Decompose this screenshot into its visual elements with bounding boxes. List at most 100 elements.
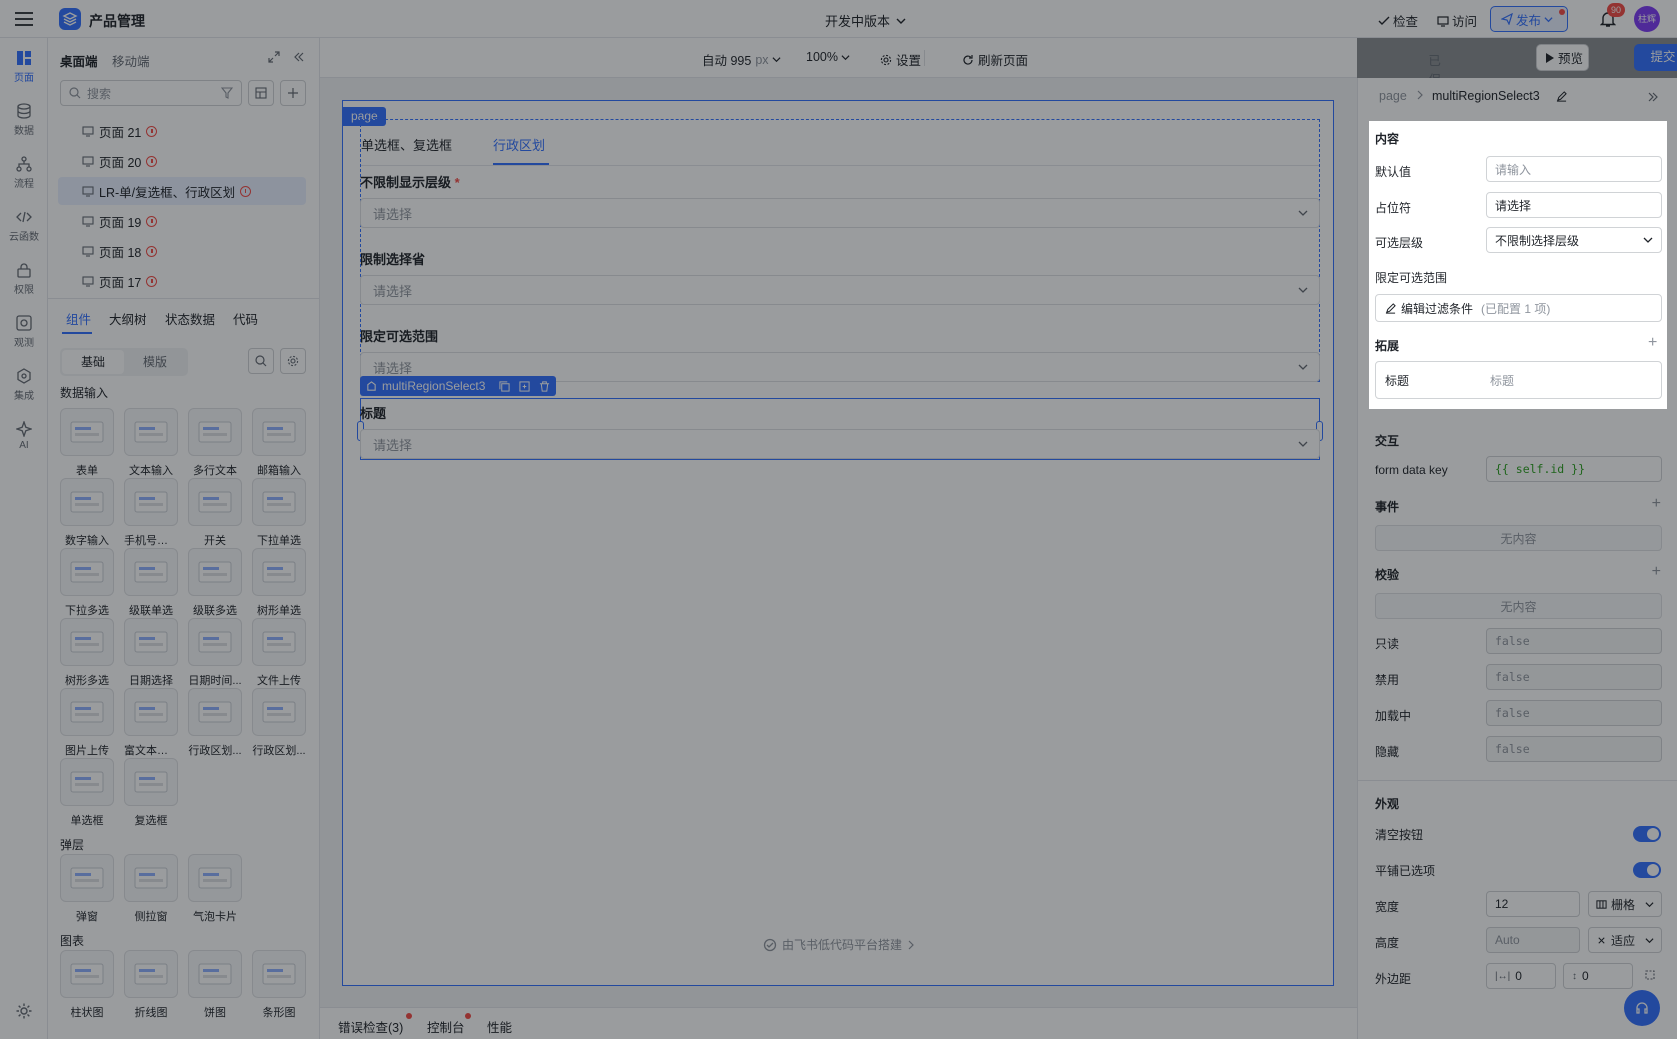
readonly-input[interactable]: false: [1486, 628, 1662, 654]
page-tree-item[interactable]: 页面 17: [58, 267, 306, 295]
tab-components[interactable]: 组件: [66, 309, 91, 328]
component-card[interactable]: 文件上传: [252, 618, 306, 688]
component-card[interactable]: 级联单选: [124, 548, 178, 618]
page-layout-button[interactable]: [248, 80, 274, 106]
nav-item-page[interactable]: 页面: [0, 50, 48, 84]
edit-filter-button[interactable]: 编辑过滤条件 (已配置 1 项): [1375, 294, 1662, 322]
tab-state-data[interactable]: 状态数据: [165, 309, 215, 328]
component-card[interactable]: 行政区划...: [252, 688, 306, 758]
component-settings-button[interactable]: [280, 348, 306, 374]
check-button[interactable]: 检查: [1378, 11, 1418, 30]
component-card[interactable]: 树形单选: [252, 548, 306, 618]
page-tree-item[interactable]: 页面 18: [58, 237, 306, 265]
nav-item-ai[interactable]: AI: [0, 421, 48, 451]
plus-icon[interactable]: +: [1652, 496, 1661, 512]
placeholder-input[interactable]: 请选择: [1486, 192, 1662, 218]
component-card[interactable]: 折线图: [124, 950, 178, 1020]
clear-button-toggle[interactable]: [1633, 826, 1661, 842]
tab-region[interactable]: 行政区划: [493, 135, 545, 154]
page-tree-item-selected[interactable]: LR-单/复选框、行政区划: [58, 177, 306, 205]
settings-button[interactable]: 设置: [880, 50, 921, 69]
region-select-province[interactable]: 请选择: [360, 275, 1320, 305]
component-card[interactable]: 手机号输入: [124, 478, 178, 548]
copy-icon[interactable]: [499, 380, 510, 392]
component-card[interactable]: 柱状图: [60, 950, 114, 1020]
console-tab[interactable]: 控制台: [427, 1017, 465, 1036]
page-tree-item[interactable]: 页面 20: [58, 147, 306, 175]
canvas-width-selector[interactable]: 自动 995 px: [702, 50, 781, 69]
nav-item-cloud-function[interactable]: 云函数: [0, 209, 48, 243]
page-tree-item[interactable]: 页面 19: [58, 207, 306, 235]
component-search-button[interactable]: [248, 348, 274, 374]
publish-button[interactable]: 发布: [1490, 6, 1568, 32]
tab-desktop[interactable]: 桌面端: [60, 51, 98, 70]
page-search-input[interactable]: 搜索: [60, 80, 242, 106]
filter-icon[interactable]: [221, 87, 233, 99]
component-card[interactable]: 下拉多选: [60, 548, 114, 618]
region-select-title[interactable]: 请选择: [360, 429, 1320, 459]
component-card[interactable]: 弹窗: [60, 854, 114, 924]
performance-tab[interactable]: 性能: [487, 1017, 512, 1036]
tile-selected-toggle[interactable]: [1633, 862, 1661, 878]
component-card[interactable]: 邮箱输入: [252, 408, 306, 478]
nav-item-monitor[interactable]: 观测: [0, 315, 48, 349]
level-select[interactable]: 不限制选择层级: [1486, 227, 1662, 253]
tabs-container[interactable]: 单选框、复选框 行政区划: [360, 119, 1320, 382]
submit-button[interactable]: 提交: [1635, 44, 1677, 71]
plus-icon[interactable]: +: [1652, 564, 1661, 580]
preview-button[interactable]: 预览: [1536, 44, 1589, 71]
segment-basic[interactable]: 基础: [62, 350, 124, 374]
page-tree-item[interactable]: 页面 21: [58, 117, 306, 145]
error-check-tab[interactable]: 错误检查(3): [338, 1017, 403, 1036]
breadcrumb-root[interactable]: page: [1379, 89, 1407, 103]
component-card[interactable]: 富文本组件: [124, 688, 178, 758]
tab-mobile[interactable]: 移动端: [112, 51, 150, 70]
visit-button[interactable]: 访问: [1437, 11, 1477, 30]
tab-radio-checkbox[interactable]: 单选框、复选框: [361, 135, 452, 154]
component-card[interactable]: 日期选择: [124, 618, 178, 688]
collapse-panel-icon[interactable]: [293, 51, 305, 63]
hidden-input[interactable]: false: [1486, 736, 1662, 762]
avatar[interactable]: 柱辉: [1634, 6, 1660, 32]
margin-horizontal-input[interactable]: |↔| 0: [1486, 963, 1556, 989]
component-card[interactable]: 级联多选: [188, 548, 242, 618]
nav-item-data[interactable]: 数据: [0, 103, 48, 137]
duplicate-icon[interactable]: [519, 380, 530, 392]
component-card[interactable]: 表单: [60, 408, 114, 478]
collapse-right-icon[interactable]: [1647, 91, 1659, 103]
loading-input[interactable]: false: [1486, 700, 1662, 726]
width-unit-select[interactable]: 栅格: [1588, 891, 1662, 917]
default-value-input[interactable]: 请输入: [1486, 156, 1662, 182]
plus-icon[interactable]: +: [1648, 334, 1657, 352]
component-card[interactable]: 气泡卡片: [188, 854, 242, 924]
nav-item-permission[interactable]: 权限: [0, 262, 48, 296]
component-card[interactable]: 文本输入: [124, 408, 178, 478]
extend-row-input[interactable]: 标题: [1490, 372, 1514, 389]
link-margin-icon[interactable]: [1644, 969, 1656, 981]
platform-footer-link[interactable]: 由飞书低代码平台搭建: [763, 936, 915, 953]
height-unit-select[interactable]: 适应: [1588, 927, 1662, 953]
add-page-button[interactable]: [280, 80, 306, 106]
component-card[interactable]: 条形图: [252, 950, 306, 1020]
component-card[interactable]: 树形多选: [60, 618, 114, 688]
component-card[interactable]: 饼图: [188, 950, 242, 1020]
component-card[interactable]: 图片上传: [60, 688, 114, 758]
nav-item-integration[interactable]: 集成: [0, 368, 48, 402]
version-selector[interactable]: 开发中版本: [825, 11, 909, 30]
component-card[interactable]: 侧拉窗: [124, 854, 178, 924]
width-input[interactable]: 12: [1486, 891, 1580, 917]
component-card[interactable]: 日期时间...: [188, 618, 242, 688]
refresh-page-button[interactable]: 刷新页面: [962, 50, 1028, 69]
nav-item-flow[interactable]: 流程: [0, 156, 48, 190]
component-card[interactable]: 行政区划...: [188, 688, 242, 758]
edit-icon[interactable]: [1556, 91, 1567, 102]
component-card[interactable]: 开关: [188, 478, 242, 548]
menu-icon[interactable]: [14, 10, 34, 28]
help-assistant-button[interactable]: [1624, 990, 1660, 1026]
component-card[interactable]: 单选框: [60, 758, 114, 828]
component-card[interactable]: 下拉单选: [252, 478, 306, 548]
trash-icon[interactable]: [539, 380, 550, 392]
component-card[interactable]: 数字输入: [60, 478, 114, 548]
tab-code[interactable]: 代码: [233, 309, 258, 328]
height-input[interactable]: Auto: [1486, 927, 1580, 953]
